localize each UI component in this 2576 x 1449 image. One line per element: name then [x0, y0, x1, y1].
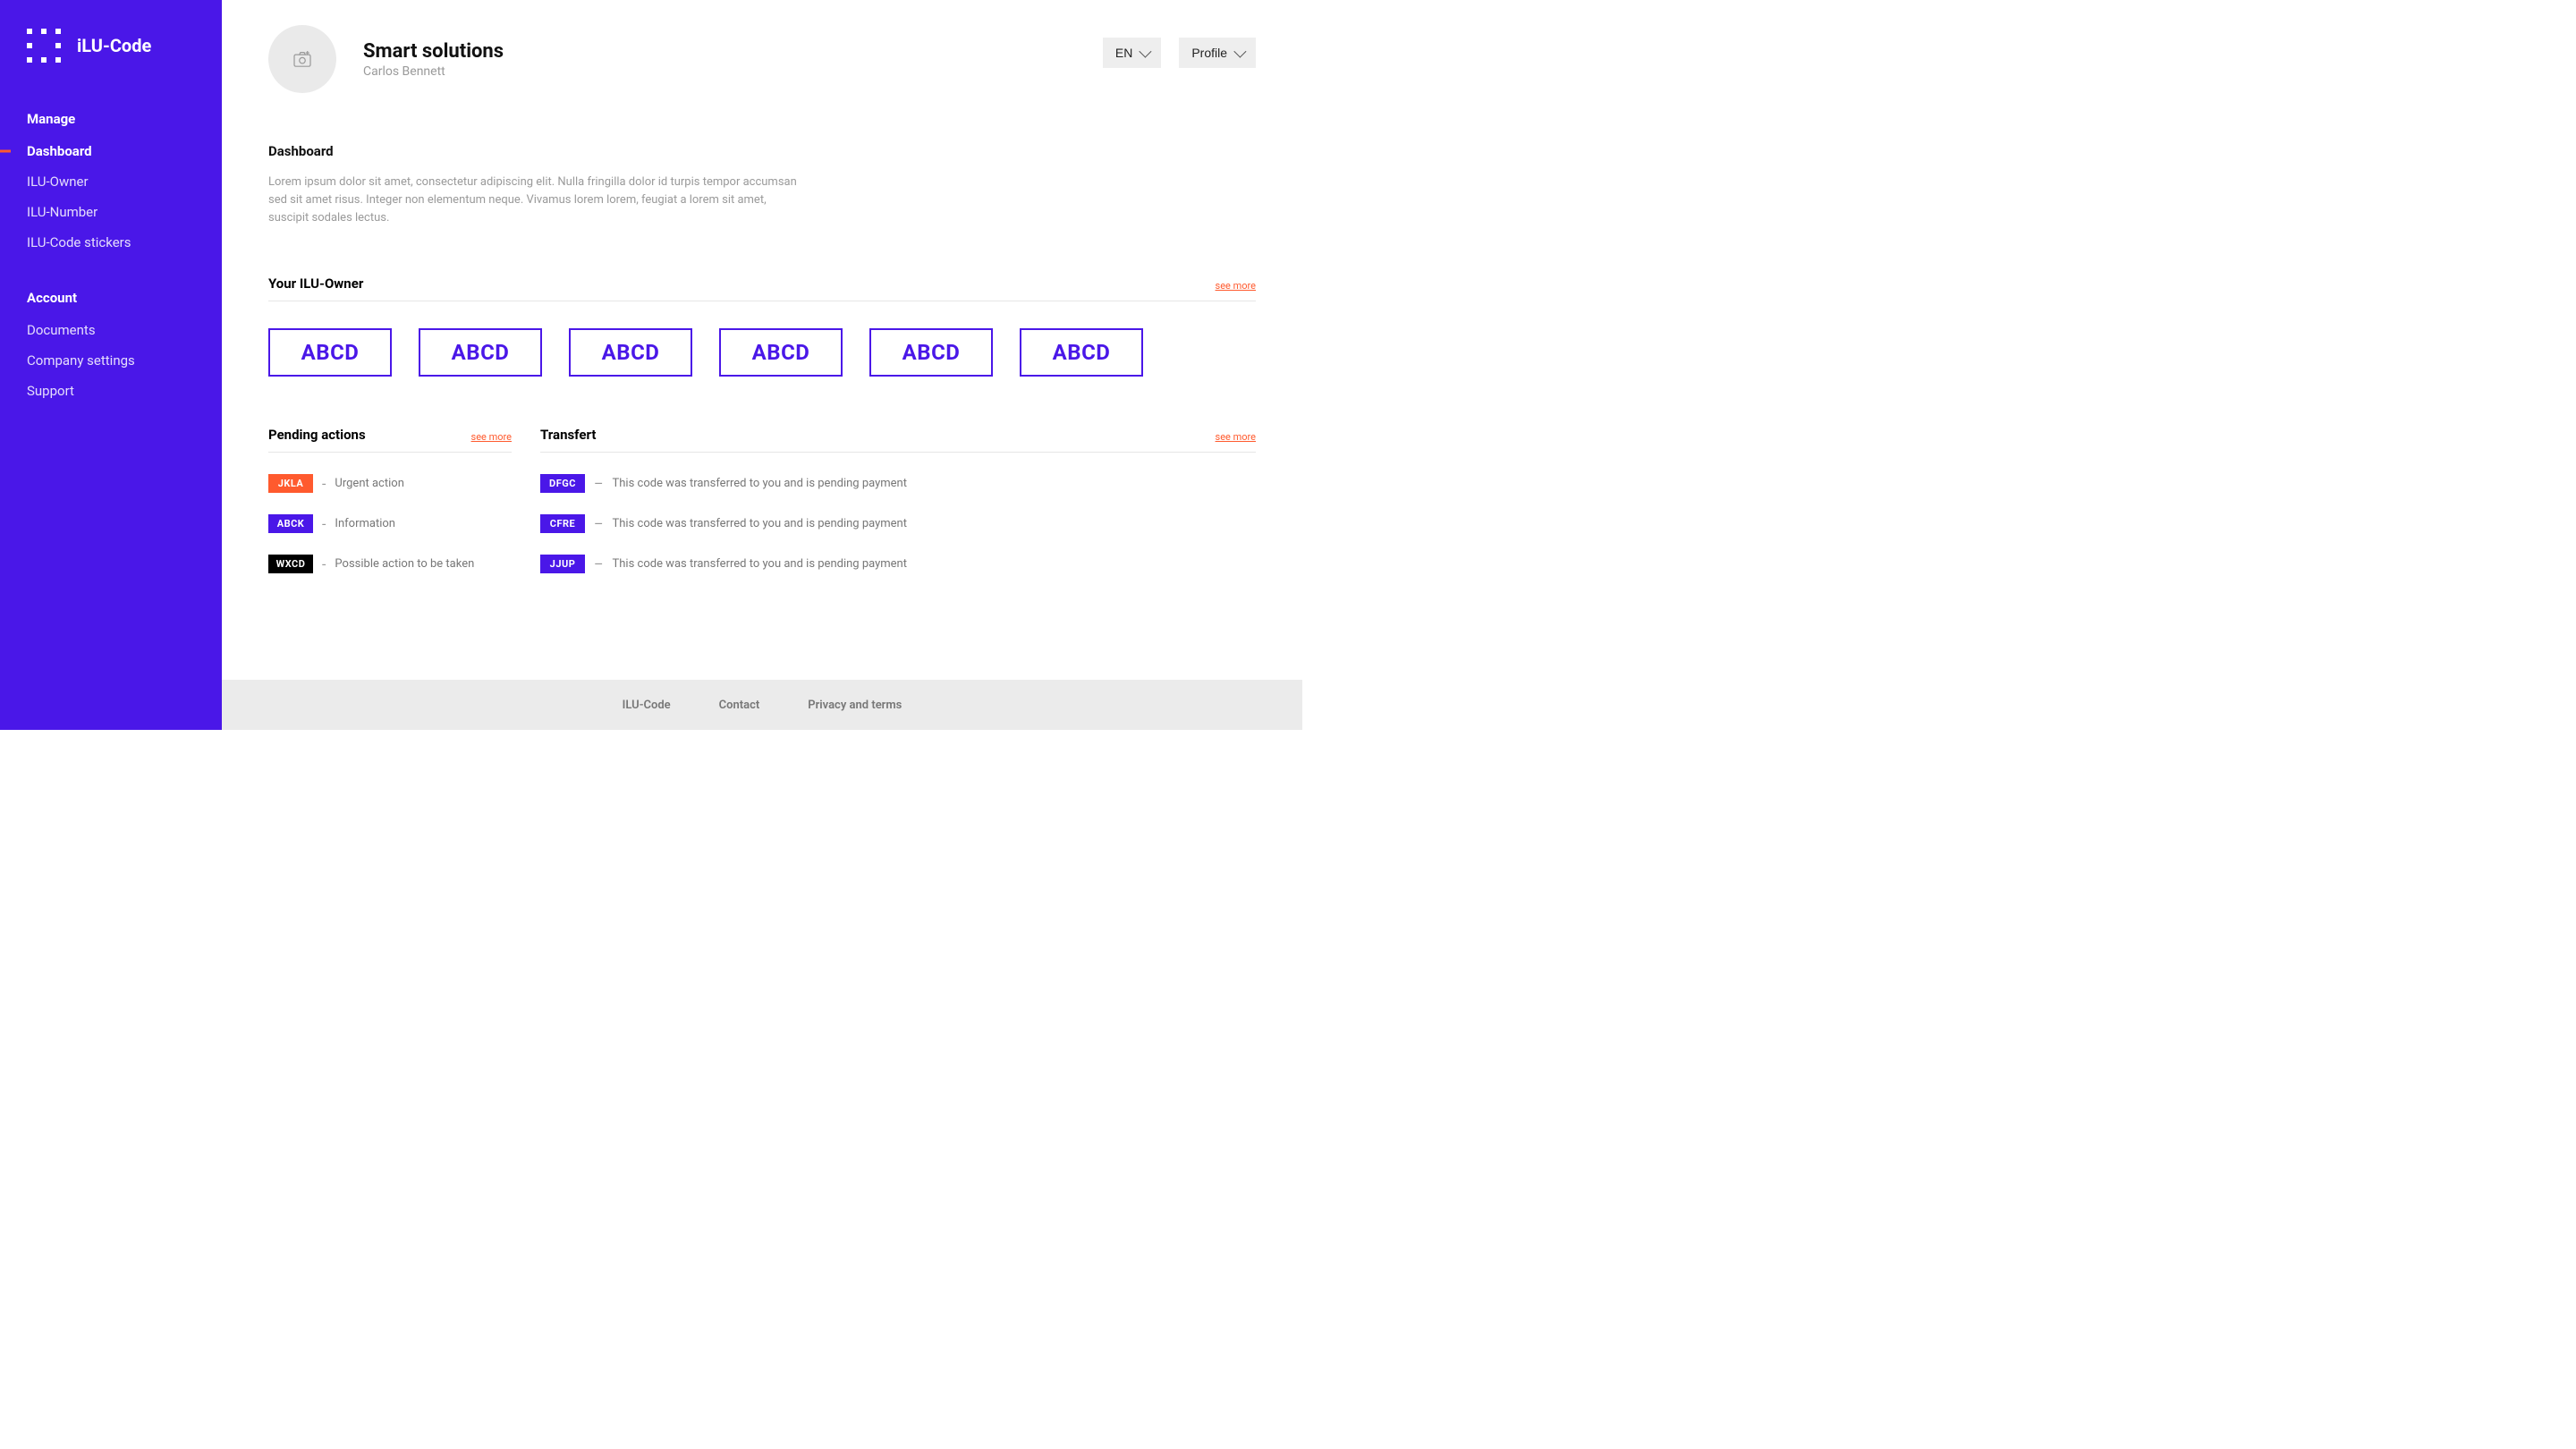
- nav-label: Support: [27, 383, 74, 399]
- logo[interactable]: iLU-Code: [0, 29, 222, 98]
- user-name: Carlos Bennett: [363, 64, 504, 79]
- code-tag: WXCD: [268, 555, 313, 573]
- company-name: Smart solutions: [363, 40, 504, 63]
- footer-link-ilucode[interactable]: ILU-Code: [623, 699, 671, 712]
- code-tag: CFRE: [540, 514, 585, 533]
- nav-ilu-stickers[interactable]: ILU-Code stickers: [0, 227, 222, 258]
- nav-ilu-number[interactable]: ILU-Number: [0, 197, 222, 227]
- owners-header: Your ILU-Owner see more: [268, 275, 1256, 301]
- transfer-desc: This code was transferred to you and is …: [613, 517, 907, 530]
- language-label: EN: [1115, 46, 1132, 60]
- nav-dashboard[interactable]: Dashboard: [0, 136, 222, 166]
- transfer-item[interactable]: CFRE – This code was transferred to you …: [540, 514, 1256, 533]
- nav-ilu-owner[interactable]: ILU-Owner: [0, 166, 222, 197]
- nav-section-manage: Manage: [0, 98, 222, 136]
- profile-label: Profile: [1191, 46, 1227, 60]
- main-content: Smart solutions Carlos Bennett EN Profil…: [222, 0, 1302, 730]
- nav-label: ILU-Code stickers: [27, 234, 131, 250]
- page-lead: Lorem ipsum dolor sit amet, consectetur …: [268, 174, 805, 227]
- code-tag: DFGC: [540, 474, 585, 493]
- pending-title: Pending actions: [268, 427, 366, 443]
- language-select[interactable]: EN: [1103, 38, 1161, 68]
- owners-see-more[interactable]: see more: [1216, 280, 1256, 292]
- pending-desc: Possible action to be taken: [335, 557, 474, 571]
- separator: -: [322, 475, 326, 492]
- owners-title: Your ILU-Owner: [268, 275, 363, 292]
- footer-link-privacy[interactable]: Privacy and terms: [808, 699, 902, 712]
- nav-label: Dashboard: [27, 143, 92, 159]
- pending-item[interactable]: ABCK - Information: [268, 514, 512, 533]
- pending-desc: Urgent action: [335, 477, 403, 490]
- transfer-item[interactable]: DFGC – This code was transferred to you …: [540, 474, 1256, 493]
- page-title: Dashboard: [268, 143, 1256, 159]
- separator: –: [594, 515, 604, 532]
- transfer-item[interactable]: JJUP – This code was transferred to you …: [540, 555, 1256, 573]
- owner-card[interactable]: ABCD: [869, 328, 993, 377]
- nav-label: Company settings: [27, 352, 135, 369]
- nav-company-settings[interactable]: Company settings: [0, 345, 222, 376]
- code-tag: ABCK: [268, 514, 313, 533]
- pending-item[interactable]: JKLA - Urgent action: [268, 474, 512, 493]
- owner-card[interactable]: ABCD: [268, 328, 392, 377]
- camera-icon: [293, 51, 311, 67]
- pending-see-more[interactable]: see more: [471, 431, 512, 443]
- owner-cards-row: ABCD ABCD ABCD ABCD ABCD ABCD: [268, 328, 1256, 377]
- owner-card[interactable]: ABCD: [1020, 328, 1143, 377]
- separator: -: [322, 515, 326, 532]
- nav-support[interactable]: Support: [0, 376, 222, 406]
- logo-dots-icon: [27, 29, 61, 63]
- footer: ILU-Code Contact Privacy and terms: [222, 680, 1302, 730]
- owner-card[interactable]: ABCD: [419, 328, 542, 377]
- pending-desc: Information: [335, 517, 395, 530]
- profile-block: Smart solutions Carlos Bennett: [268, 25, 504, 93]
- owner-card[interactable]: ABCD: [719, 328, 843, 377]
- nav-label: ILU-Owner: [27, 174, 89, 190]
- code-tag: JJUP: [540, 555, 585, 573]
- separator: -: [322, 555, 326, 572]
- topbar: Smart solutions Carlos Bennett EN Profil…: [268, 25, 1256, 93]
- transfer-title: Transfert: [540, 427, 596, 443]
- footer-link-contact[interactable]: Contact: [719, 699, 760, 712]
- avatar-upload[interactable]: [268, 25, 336, 93]
- nav-label: ILU-Number: [27, 204, 97, 220]
- separator: –: [594, 555, 604, 572]
- brand-text: iLU-Code: [77, 35, 151, 56]
- profile-menu[interactable]: Profile: [1179, 38, 1256, 68]
- code-tag: JKLA: [268, 474, 313, 493]
- owner-card[interactable]: ABCD: [569, 328, 692, 377]
- nav-section-account: Account: [0, 277, 222, 315]
- pending-item[interactable]: WXCD - Possible action to be taken: [268, 555, 512, 573]
- sidebar: iLU-Code Manage Dashboard ILU-Owner ILU-…: [0, 0, 222, 730]
- transfer-see-more[interactable]: see more: [1216, 431, 1256, 443]
- nav-label: Documents: [27, 322, 96, 338]
- transfer-column: Transfert see more DFGC – This code was …: [540, 427, 1256, 573]
- nav-documents[interactable]: Documents: [0, 315, 222, 345]
- transfer-desc: This code was transferred to you and is …: [613, 477, 907, 490]
- chevron-down-icon: [1140, 46, 1152, 58]
- transfer-desc: This code was transferred to you and is …: [613, 557, 907, 571]
- separator: –: [594, 475, 604, 492]
- pending-column: Pending actions see more JKLA - Urgent a…: [268, 427, 512, 573]
- chevron-down-icon: [1233, 46, 1246, 58]
